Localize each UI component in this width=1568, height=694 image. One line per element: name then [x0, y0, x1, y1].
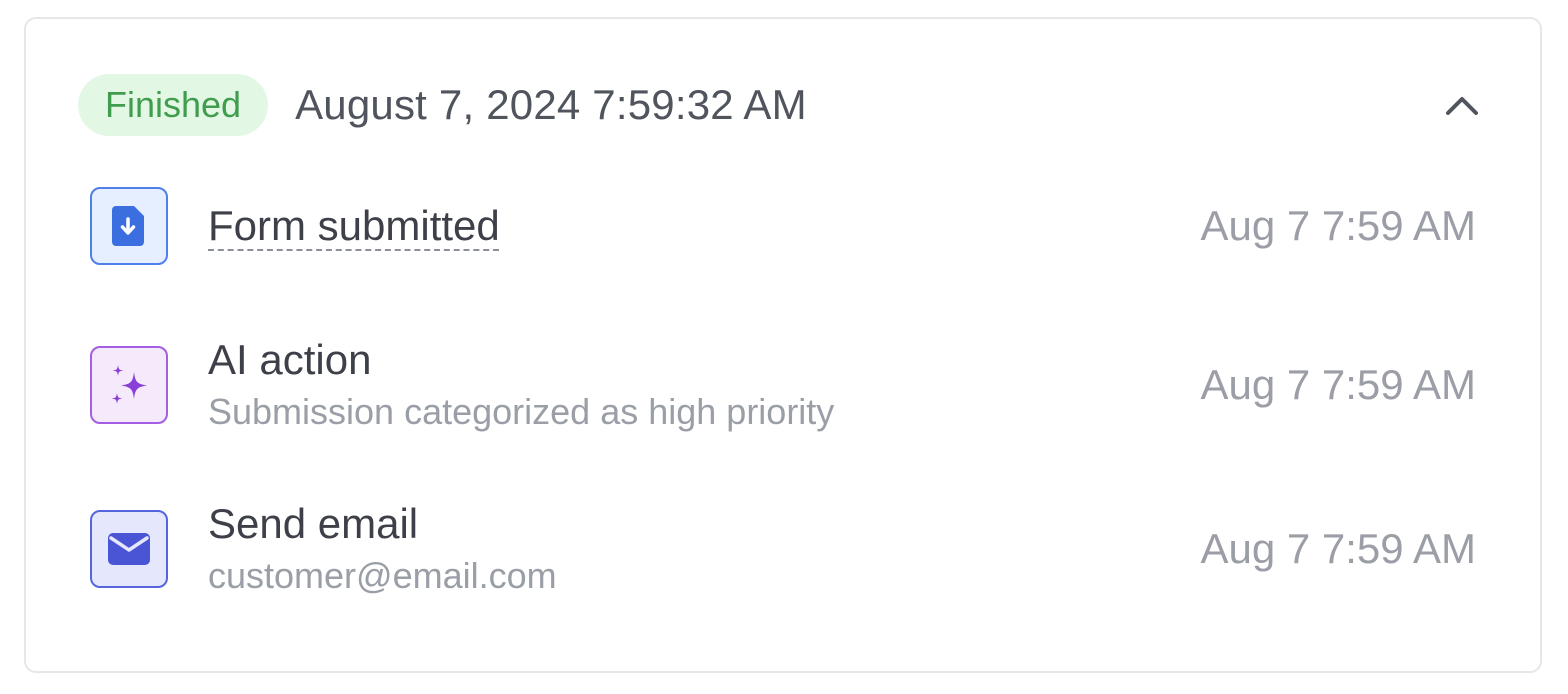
mail-icon	[90, 510, 168, 588]
step-form-submitted: Form submitted Aug 7 7:59 AM	[90, 187, 1476, 265]
step-time: Aug 7 7:59 AM	[1200, 525, 1476, 572]
step-title-link[interactable]: Form submitted	[208, 201, 500, 251]
step-subtitle: Submission categorized as high priority	[208, 391, 835, 432]
step-send-email: Send email customer@email.com Aug 7 7:59…	[90, 499, 1476, 599]
sparkles-icon	[90, 346, 168, 424]
step-title: Send email	[208, 500, 419, 547]
run-header: Finished August 7, 2024 7:59:32 AM	[78, 73, 1478, 137]
step-time: Aug 7 7:59 AM	[1200, 361, 1476, 408]
collapse-button[interactable]	[1442, 85, 1482, 125]
run-timestamp: August 7, 2024 7:59:32 AM	[295, 81, 807, 128]
step-ai-action: AI action Submission categorized as high…	[90, 335, 1476, 435]
chevron-up-icon	[1446, 97, 1478, 115]
step-text: Send email customer@email.com	[208, 499, 557, 599]
step-text: AI action Submission categorized as high…	[208, 335, 834, 435]
run-card: Finished August 7, 2024 7:59:32 AM Form …	[24, 17, 1542, 673]
step-subtitle: customer@email.com	[208, 555, 557, 596]
step-title: AI action	[208, 336, 372, 383]
step-time: Aug 7 7:59 AM	[1200, 202, 1476, 249]
step-text: Form submitted	[208, 201, 500, 251]
status-badge: Finished	[78, 74, 269, 136]
file-download-icon	[90, 187, 168, 265]
